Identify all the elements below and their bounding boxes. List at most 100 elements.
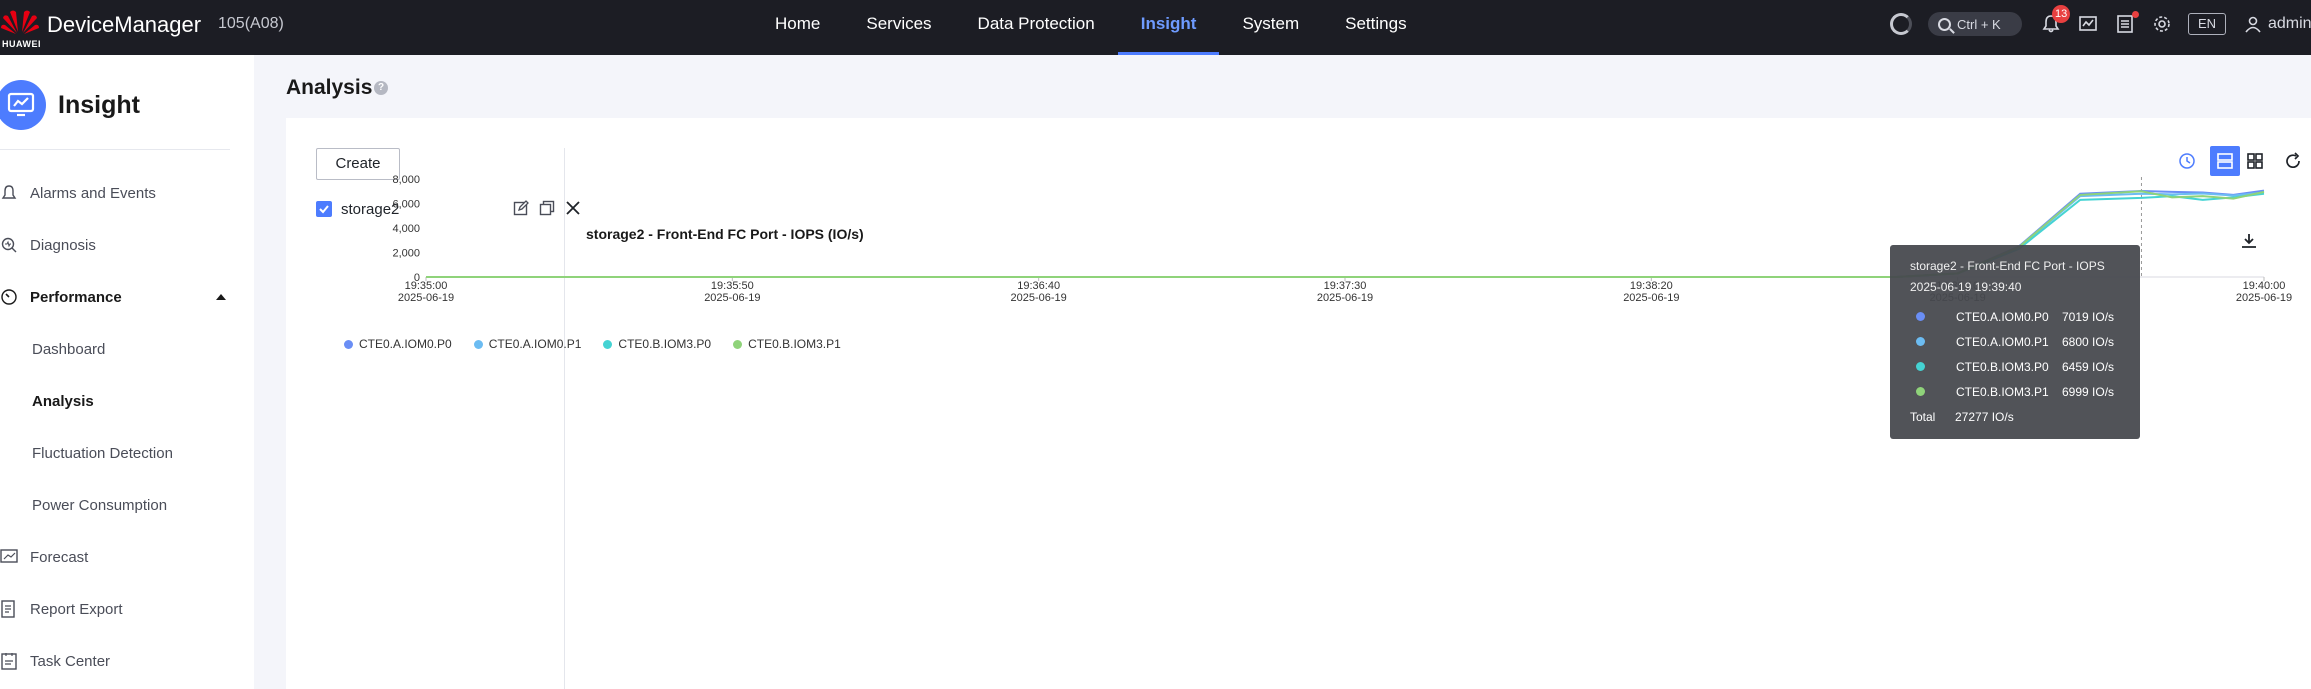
x-tick-date-label: 2025-06-19 [398,292,454,304]
tooltip-series-name: CTE0.A.IOM0.P0 [1956,309,2049,324]
tooltip-row: CTE0.A.IOM0.P1 6800 IO/s [1910,329,2120,354]
sidebar-item-analysis[interactable]: Analysis [0,386,240,416]
user-icon [2245,16,2261,33]
tooltip-series-name: CTE0.B.IOM3.P1 [1956,384,2049,399]
x-tick-date-label: 2025-06-19 [1623,292,1679,304]
sidebar-item-diagnosis[interactable]: Diagnosis [0,230,240,260]
legend-label: CTE0.B.IOM3.P1 [748,337,841,351]
settings-button[interactable] [2151,13,2173,35]
brand-text: HUAWEI [2,39,41,49]
app-name: DeviceManager [47,12,202,37]
sidebar-item-forecast[interactable]: Forecast [0,542,240,572]
page-title: Analysis [286,76,373,99]
tooltip-series-name: CTE0.A.IOM0.P1 [1956,334,2049,349]
bell-icon [0,182,20,204]
search-icon [1938,17,1951,31]
nav-insight[interactable]: Insight [1117,0,1220,55]
tooltip-series-value: 6459 IO/s [2062,359,2115,374]
report-icon [0,598,20,620]
search-shortcut: Ctrl + K [1957,16,2001,32]
legend-dot [603,339,613,349]
sidebar-item-fluctuation-detection[interactable]: Fluctuation Detection [0,438,240,468]
sidebar-item-performance[interactable]: Performance [0,282,240,312]
legend-item-cte0-b-iom3-p0[interactable]: CTE0.B.IOM3.P0 [603,337,711,351]
gauge-icon [0,286,20,308]
x-tick-time-label: 19:36:40 [1017,280,1060,292]
legend-dot [473,339,483,349]
task-icon [0,650,20,672]
gear-icon [2154,16,2170,32]
sidebar-title: Insight [58,91,140,119]
huawei-logo: HUAWEI [0,6,41,50]
legend-dot [344,339,353,349]
tooltip-total-label: Total [1910,409,1936,424]
user-menu[interactable] [2242,13,2264,35]
sidebar-item-alarms-and-events[interactable]: Alarms and Events [0,178,240,208]
language-switch[interactable]: EN [2188,13,2226,35]
legend-item-cte0-b-iom3-p1[interactable]: CTE0.B.IOM3.P1 [733,337,841,351]
chart-monitor-icon [2079,16,2097,31]
x-tick-time-label: 19:40:00 [2243,280,2286,292]
sidebar-item-task-center[interactable]: Task Center [0,646,240,676]
nav-settings[interactable]: Settings [1322,0,1429,55]
legend-item-cte0-a-iom0-p0[interactable]: CTE0.A.IOM0.P0 [344,337,452,351]
nav-home[interactable]: Home [752,0,843,55]
top-right-tools: Ctrl + K 13 EN admin [1890,0,2311,48]
tooltip-dot [1916,362,1925,371]
chart-legend: CTE0.A.IOM0.P0 CTE0.A.IOM0.P1 CTE0.B.IOM… [344,337,863,351]
x-tick-time-label: 19:38:20 [1630,280,1673,292]
sidebar-item-label: Task Center [30,652,111,670]
tooltip-row: CTE0.B.IOM3.P0 6459 IO/s [1910,354,2120,379]
sidebar-item-label: Forecast [30,548,89,566]
legend-label: CTE0.B.IOM3.P0 [618,337,712,351]
legend-item-cte0-a-iom0-p1[interactable]: CTE0.A.IOM0.P1 [473,337,582,351]
diagnosis-icon [0,234,20,256]
list-icon [2117,15,2133,33]
y-tick-label: 4,000 [392,223,420,235]
x-tick-time-label: 19:35:50 [711,280,754,292]
top-bar: HUAWEI DeviceManager 105(A08) Home Servi… [0,0,2311,55]
x-tick-date-label: 2025-06-19 [704,292,760,304]
sidebar-item-dashboard[interactable]: Dashboard [0,334,240,364]
user-name[interactable]: admin [2268,15,2311,33]
legend-label: CTE0.A.IOM0.P0 [359,337,452,351]
x-tick-date-label: 2025-06-19 [1011,292,1067,304]
y-tick-label: 6,000 [392,199,420,211]
tooltip-time: 2025-06-19 19:39:40 [1910,280,2022,294]
tooltip-row: CTE0.A.IOM0.P0 7019 IO/s [1910,304,2120,329]
sidebar-divider [0,149,230,150]
chart-tooltip: storage2 - Front-End FC Port - IOPS 2025… [1890,245,2140,439]
tooltip-dot [1916,312,1925,321]
nav-data-protection[interactable]: Data Protection [955,0,1118,55]
sidebar-item-label: Report Export [30,600,123,618]
tooltip-dot [1916,337,1925,346]
sidebar-item-label: Diagnosis [30,236,96,254]
x-tick-date-label: 2025-06-19 [2236,292,2292,304]
legend-label: CTE0.A.IOM0.P1 [488,337,582,351]
tooltip-series-value: 6999 IO/s [2062,384,2115,399]
sidebar-item-power-consumption[interactable]: Power Consumption [0,490,240,520]
tooltip-total-row: Total 27277 IO/s [1910,404,2120,429]
tooltip-series-value: 6800 IO/s [2062,334,2115,349]
task-dot-badge [2132,11,2139,18]
insight-icon [0,80,46,130]
tooltip-row: CTE0.B.IOM3.P1 6999 IO/s [1910,379,2120,404]
sidebar-item-label: Alarms and Events [30,184,156,202]
x-tick-date-label: 2025-06-19 [1317,292,1373,304]
tooltip-series-name: CTE0.B.IOM3.P0 [1956,359,2049,374]
alarm-bell-button[interactable]: 13 [2040,5,2071,35]
nav-system[interactable]: System [1219,0,1322,55]
y-tick-label: 2,000 [392,248,420,260]
tooltip-total-value: 27277 IO/s [1955,409,2014,424]
tooltip-dot [1916,387,1925,396]
tasks-button[interactable] [2114,11,2139,35]
monitor-button[interactable] [2077,13,2099,35]
nav-services[interactable]: Services [843,0,954,55]
alarm-count-badge: 13 [2052,5,2071,23]
sidebar: Insight Alarms and Events Diagnosis Perf… [0,55,254,689]
device-id: 105(A08) [218,15,284,32]
x-tick-time-label: 19:37:30 [1324,280,1367,292]
help-icon[interactable]: ? [374,81,388,95]
search-button[interactable]: Ctrl + K [1928,12,2022,36]
sidebar-item-report-export[interactable]: Report Export [0,594,240,624]
